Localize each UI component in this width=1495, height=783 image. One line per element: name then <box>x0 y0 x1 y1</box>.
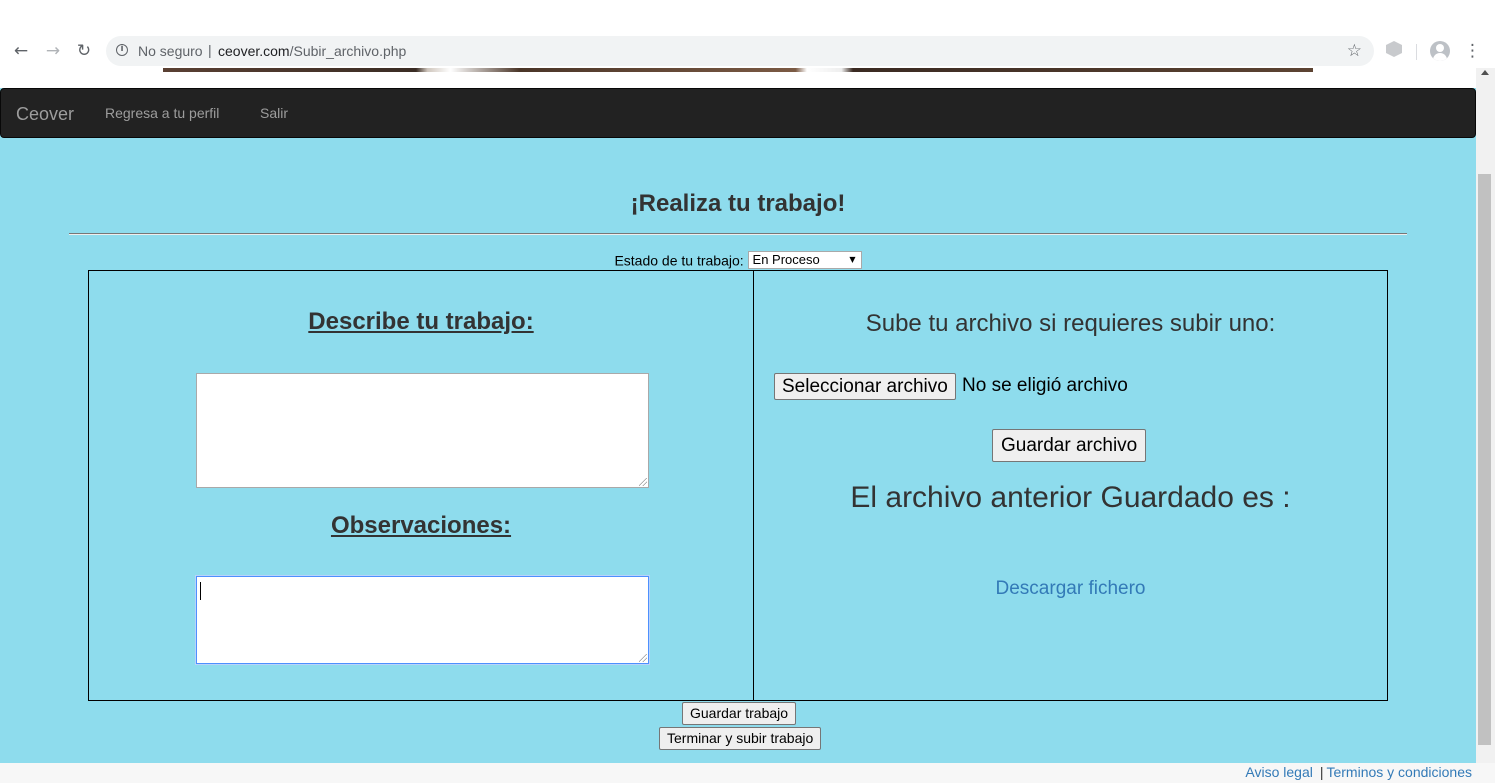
more-vert-icon[interactable]: ⋮ <box>1464 41 1481 61</box>
resize-handle-icon[interactable] <box>639 478 647 486</box>
upload-pane: Sube tu archivo si requieres subir uno: … <box>754 271 1387 700</box>
download-link-text[interactable]: Descargar fichero <box>996 578 1146 599</box>
browser-toolbar: ← → ↻ i No seguro | ceover.com/Subir_arc… <box>0 34 1495 68</box>
text-caret <box>200 582 201 600</box>
status-label: Estado de tu trabajo: <box>614 252 744 269</box>
extension-icon[interactable] <box>1386 41 1402 57</box>
previous-file-label: El archivo anterior Guardado es : <box>850 481 1291 514</box>
url-host: ceover.com <box>218 43 290 59</box>
star-icon[interactable]: ☆ <box>1347 41 1362 61</box>
describe-textarea[interactable] <box>196 373 649 488</box>
nav-link-profile[interactable]: Regresa a tu perfil <box>105 105 219 121</box>
navbar-brand[interactable]: Ceover <box>16 104 74 125</box>
work-panel: Describe tu trabajo: Observaciones: Sube… <box>88 270 1388 701</box>
address-bar[interactable]: i No seguro | ceover.com/Subir_archivo.p… <box>106 36 1374 66</box>
terms-link[interactable]: Terminos y condiciones <box>1326 764 1472 780</box>
upload-title: Sube tu archivo si requieres subir uno: <box>865 310 1276 337</box>
top-navbar: Ceover Regresa a tu perfil Salir <box>0 88 1476 138</box>
url-text[interactable]: ceover.com/Subir_archivo.php <box>218 43 406 59</box>
status-select[interactable]: En Proceso ▼ <box>747 251 862 270</box>
reload-icon[interactable]: ↻ <box>74 41 94 61</box>
page-viewport: Ceover Regresa a tu perfil Salir ¡Realiz… <box>0 68 1476 763</box>
header-banner <box>0 68 1476 88</box>
banner-image <box>163 68 1313 72</box>
scroll-thumb[interactable] <box>1478 174 1491 745</box>
scroll-up-icon[interactable] <box>1481 70 1489 75</box>
observations-textarea[interactable] <box>196 576 649 664</box>
arrow-forward-icon[interactable]: → <box>43 41 63 61</box>
url-path: /Subir_archivo.php <box>289 43 407 59</box>
observations-title: Observaciones: <box>330 512 512 539</box>
status-selected-value: En Proceso <box>752 252 820 268</box>
file-status: No se eligió archivo <box>962 375 1128 396</box>
save-file-button[interactable]: Guardar archivo <box>992 429 1147 462</box>
legal-link[interactable]: Aviso legal <box>1245 764 1312 780</box>
heading-divider <box>69 233 1407 235</box>
arrow-back-icon[interactable]: ← <box>11 41 31 61</box>
describe-title: Describe tu trabajo: <box>308 308 534 335</box>
profile-avatar-icon[interactable] <box>1430 41 1450 61</box>
footer-links: Aviso legal | Terminos y condiciones <box>1245 764 1472 780</box>
choose-file-button[interactable]: Seleccionar archivo <box>774 373 956 400</box>
browser-tab-strip <box>0 0 1495 34</box>
page-scrollbar[interactable] <box>1476 68 1495 763</box>
toolbar-divider <box>1416 44 1417 60</box>
nav-link-logout[interactable]: Salir <box>260 105 288 121</box>
resize-handle-icon[interactable] <box>639 654 647 662</box>
info-icon[interactable]: i <box>116 44 128 56</box>
save-work-button[interactable]: Guardar trabajo <box>682 702 797 725</box>
footer: Aviso legal | Terminos y condiciones <box>0 763 1495 783</box>
security-label[interactable]: No seguro <box>138 43 203 59</box>
url-separator: | <box>208 42 212 58</box>
download-link: Descargar fichero <box>754 578 1387 600</box>
finish-upload-button[interactable]: Terminar y subir trabajo <box>659 727 822 750</box>
page-title: ¡Realiza tu trabajo! <box>630 190 846 217</box>
footer-separator: | <box>1319 764 1324 780</box>
dropdown-arrow-icon: ▼ <box>849 255 856 265</box>
status-row: Estado de tu trabajo: En Proceso ▼ <box>0 251 1476 270</box>
